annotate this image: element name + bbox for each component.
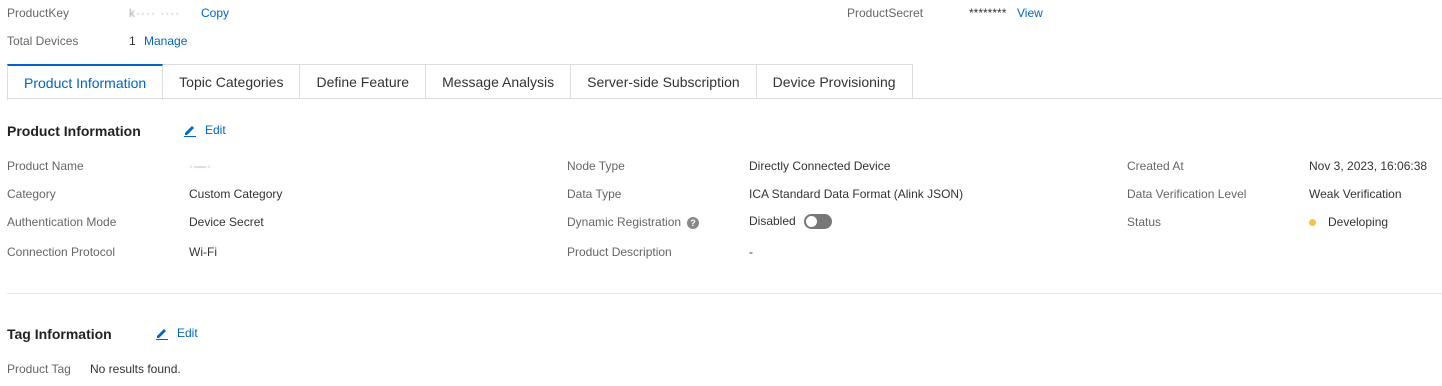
total-devices-value: 1 (129, 34, 136, 48)
node-type-value: Directly Connected Device (749, 159, 891, 173)
tab-message-analysis[interactable]: Message Analysis (426, 64, 572, 99)
status-label: Status (1127, 215, 1162, 229)
product-key-label: ProductKey (7, 6, 70, 20)
product-description-label: Product Description (567, 245, 672, 259)
product-key-value: k···· ···· (129, 6, 181, 20)
product-info-title: Product Information (7, 123, 141, 139)
product-info-edit-button[interactable]: Edit (183, 123, 226, 137)
view-product-secret-link[interactable]: View (1017, 6, 1043, 20)
tab-bar-underline (7, 98, 1442, 99)
created-at-value: Nov 3, 2023, 16:06:38 (1309, 159, 1428, 173)
edit-icon (156, 329, 168, 340)
total-devices-label: Total Devices (7, 34, 79, 48)
node-type-label: Node Type (567, 159, 625, 173)
created-at-label: Created At (1127, 159, 1184, 173)
product-name-value: ·—· (189, 159, 212, 173)
copy-product-key-link[interactable]: Copy (201, 6, 229, 20)
verification-level-label: Data Verification Level (1127, 187, 1247, 201)
product-tag-value: No results found. (90, 362, 181, 376)
data-type-value: ICA Standard Data Format (Alink JSON) (749, 187, 964, 201)
connection-protocol-value: Wi-Fi (189, 245, 217, 259)
section-divider (7, 293, 1442, 294)
help-icon[interactable]: ? (687, 216, 700, 229)
status-dot-icon (1309, 219, 1316, 227)
manage-devices-link[interactable]: Manage (144, 34, 187, 48)
tab-define-feature[interactable]: Define Feature (300, 64, 427, 99)
tab-product-information[interactable]: Product Information (7, 64, 164, 100)
product-name-label: Product Name (7, 159, 84, 173)
status-value-row: Developing (1309, 215, 1388, 229)
category-label: Category (7, 187, 56, 201)
tag-info-edit-label: Edit (177, 326, 198, 340)
product-info-edit-label: Edit (205, 123, 226, 137)
verification-level-value: Weak Verification (1309, 187, 1402, 201)
dynamic-registration-toggle[interactable] (803, 214, 832, 230)
tab-bar: Product Information Topic Categories Def… (7, 64, 913, 100)
connection-protocol-label: Connection Protocol (7, 245, 116, 259)
tag-info-edit-button[interactable]: Edit (155, 326, 198, 340)
tag-info-title: Tag Information (7, 326, 112, 342)
product-secret-label: ProductSecret (847, 6, 924, 20)
tab-topic-categories[interactable]: Topic Categories (163, 64, 301, 99)
dynamic-registration-value-row: Disabled (749, 214, 832, 230)
toggle-knob (805, 216, 817, 228)
edit-icon (184, 126, 196, 137)
product-description-value: - (749, 245, 753, 259)
status-value: Developing (1328, 215, 1389, 229)
category-value: Custom Category (189, 187, 283, 201)
dynamic-registration-label-row: Dynamic Registration? (567, 215, 700, 229)
auth-mode-value: Device Secret (189, 215, 264, 229)
product-secret-value: ******** (969, 6, 1007, 20)
tab-server-side-subscription[interactable]: Server-side Subscription (571, 64, 757, 99)
product-tag-label: Product Tag (7, 362, 71, 376)
dynamic-registration-label: Dynamic Registration (567, 215, 682, 229)
tab-device-provisioning[interactable]: Device Provisioning (756, 64, 913, 99)
dynamic-registration-value: Disabled (749, 214, 796, 228)
auth-mode-label: Authentication Mode (7, 215, 117, 229)
data-type-label: Data Type (567, 187, 622, 201)
